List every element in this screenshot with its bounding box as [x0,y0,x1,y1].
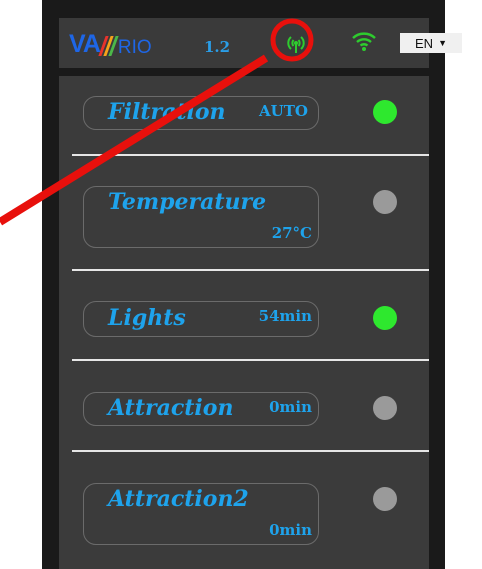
version-label: 1.2 [204,38,231,56]
lights-control[interactable]: Lights 54min [83,301,319,337]
row-divider [72,269,429,271]
dropdown-arrow-icon: ▼ [438,38,447,48]
row-name-temperature: Temperature [108,189,267,215]
row-value-filtration: AUTO [259,102,308,120]
row-value-attraction: 0min [269,398,312,416]
row-divider [72,154,429,156]
logo-va: VA [69,30,101,58]
attraction2-control[interactable]: Attraction2 0min [83,483,319,545]
vario-logo: VA RIO [69,30,152,58]
row-value-lights: 54min [258,307,312,325]
filtration-control[interactable]: Filtration AUTO [83,96,319,130]
temperature-control[interactable]: Temperature 27°C [83,186,319,248]
logo-rio: RIO [117,37,152,58]
status-led-filtration [373,100,397,124]
row-name-filtration: Filtration [108,99,226,125]
language-select[interactable]: EN ▼ [400,33,462,53]
language-value: EN [415,35,434,51]
row-value-attraction2: 0min [269,521,312,539]
status-led-attraction [373,396,397,420]
row-value-temperature: 27°C [271,224,312,242]
logo-bars [98,36,119,56]
wifi-icon[interactable] [351,30,377,52]
header-bar: VA RIO 1.2 EN ▼ [59,18,462,68]
antenna-signal-icon[interactable] [285,32,307,54]
status-led-lights [373,306,397,330]
status-led-temperature [373,190,397,214]
row-name-attraction2: Attraction2 [108,486,249,512]
row-name-lights: Lights [108,305,186,331]
status-led-attraction2 [373,487,397,511]
row-divider [72,450,429,452]
control-panel: Filtration AUTO Temperature 27°C Lights … [59,76,429,569]
row-divider [72,359,429,361]
app-screen: VA RIO 1.2 EN ▼ Filtration AUTO Temperat… [42,0,462,569]
row-name-attraction: Attraction [108,395,234,421]
attraction-control[interactable]: Attraction 0min [83,392,319,426]
